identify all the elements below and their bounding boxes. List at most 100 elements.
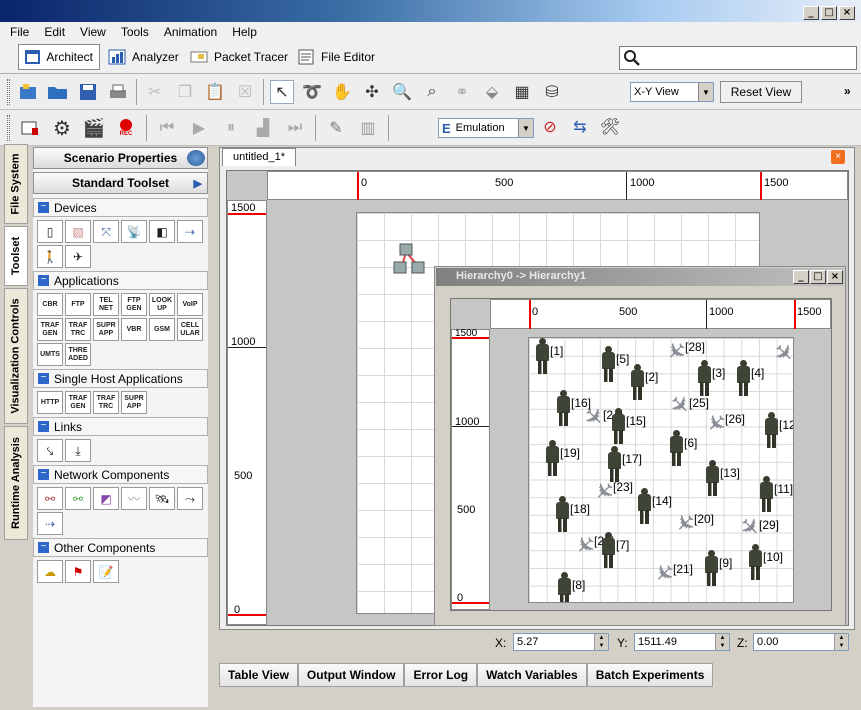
soldier-node-icon[interactable]: [736, 360, 750, 396]
app-cbr[interactable]: CBR: [37, 293, 63, 316]
y-coordinate-field[interactable]: 1511.49 ▲ ▼: [634, 633, 730, 651]
run-scenario-icon[interactable]: [18, 116, 42, 140]
menu-file[interactable]: File: [0, 22, 34, 42]
app-umts[interactable]: UMTS: [37, 343, 63, 366]
rotate-view-icon[interactable]: ✣: [360, 80, 384, 104]
maximize-button[interactable]: □: [821, 6, 837, 20]
skip-forward-icon[interactable]: ⏭: [283, 116, 307, 140]
standard-toolset-header[interactable]: Standard Toolset ▶: [33, 172, 208, 194]
aircraft-node-icon[interactable]: ✈: [767, 338, 793, 370]
section-other-components[interactable]: − Other Components: [33, 538, 208, 557]
tab-architect[interactable]: Architect: [18, 44, 100, 70]
tab-batch-experiments[interactable]: Batch Experiments: [586, 663, 714, 687]
search-input[interactable]: [645, 48, 856, 68]
soldier-node-icon[interactable]: [697, 360, 711, 396]
zoom-area-icon[interactable]: ⌕: [420, 80, 444, 104]
tools-wrench-icon[interactable]: 🛠: [598, 115, 622, 139]
transfer-icon[interactable]: ⇆: [568, 115, 592, 139]
soldier-node-icon[interactable]: [764, 412, 778, 448]
app-traf-trc[interactable]: TRAF TRC: [65, 318, 91, 341]
stats-chart-icon[interactable]: ▥: [356, 116, 380, 140]
copy-icon[interactable]: ❐: [173, 80, 197, 104]
menu-tools[interactable]: Tools: [111, 22, 154, 42]
app-ftp-gen[interactable]: FTP GEN: [121, 293, 147, 316]
net-subnet-icon[interactable]: ⚯: [65, 487, 91, 510]
app-ftp[interactable]: FTP: [65, 293, 91, 316]
soldier-node-icon[interactable]: [748, 544, 762, 580]
tab-output-window[interactable]: Output Window: [297, 663, 405, 687]
device-camera-icon[interactable]: ◧: [149, 220, 175, 243]
cut-icon[interactable]: ✂: [143, 80, 167, 104]
device-aircraft-icon[interactable]: ✈: [65, 245, 91, 268]
minimize-button[interactable]: _: [803, 6, 819, 20]
device-antenna-icon[interactable]: 📡: [121, 220, 147, 243]
menu-help[interactable]: Help: [222, 22, 262, 42]
tab-table-view[interactable]: Table View: [219, 663, 298, 687]
skip-back-icon[interactable]: ⏮: [155, 116, 179, 140]
soldier-node-icon[interactable]: [545, 440, 559, 476]
subwindow-minimize-button[interactable]: _: [793, 270, 809, 284]
delete-icon[interactable]: ☒: [233, 80, 257, 104]
net-atm-icon[interactable]: ◩: [93, 487, 119, 510]
other-note-icon[interactable]: 📝: [93, 560, 119, 583]
app-lookup[interactable]: LOOK UP: [149, 293, 175, 316]
tab-untitled[interactable]: untitled_1*: [222, 148, 296, 166]
tab-file-editor[interactable]: File Editor: [291, 44, 381, 70]
hierarchy-grid[interactable]: [1][5][2]✈[28][3][4]✈[27][16]✈[24][15]✈[…: [528, 337, 794, 603]
section-single-host[interactable]: − Single Host Applications: [33, 369, 208, 388]
scenario-properties-header[interactable]: Scenario Properties: [33, 147, 208, 169]
device-box-icon[interactable]: ▧: [65, 220, 91, 243]
net-hierarchy-icon[interactable]: ⚯: [37, 487, 63, 510]
soldier-node-icon[interactable]: [705, 460, 719, 496]
toolbar-overflow-icon[interactable]: »: [844, 84, 851, 98]
sh-traf-gen[interactable]: TRAF GEN: [65, 391, 91, 414]
toolbar-grip[interactable]: [7, 79, 10, 105]
menu-animation[interactable]: Animation: [154, 22, 222, 42]
save-icon[interactable]: [76, 80, 100, 104]
paste-icon[interactable]: 📋: [203, 80, 227, 104]
tab-runtime-analysis[interactable]: Runtime Analysis: [4, 426, 28, 540]
record-clapper-icon[interactable]: 🎬: [82, 116, 106, 140]
soldier-node-icon[interactable]: [555, 496, 569, 532]
search-box[interactable]: [619, 46, 857, 70]
z-coordinate-field[interactable]: 0.00 ▲ ▼: [753, 633, 849, 651]
emulation-mode-select[interactable]: E Emulation ▼: [438, 118, 534, 138]
net-link-icon[interactable]: ⇢: [37, 512, 63, 535]
x-coordinate-field[interactable]: 5.27 ▲ ▼: [513, 633, 609, 651]
app-traf-gen[interactable]: TRAF GEN: [37, 318, 63, 341]
app-vbr[interactable]: VBR: [121, 318, 147, 341]
tab-visualization-controls[interactable]: Visualization Controls: [4, 288, 28, 424]
soldier-node-icon[interactable]: [556, 390, 570, 426]
soldier-node-icon[interactable]: [601, 346, 615, 382]
soldier-node-icon[interactable]: [611, 408, 625, 444]
menu-edit[interactable]: Edit: [34, 22, 70, 42]
settings-gear-icon[interactable]: ⚙: [50, 116, 74, 140]
lasso-icon[interactable]: ➰: [300, 80, 324, 104]
other-flag-icon[interactable]: ⚑: [65, 560, 91, 583]
record-button[interactable]: REC: [114, 116, 138, 140]
soldier-node-icon[interactable]: [630, 364, 644, 400]
net-satellite-icon[interactable]: 🛰: [149, 487, 175, 510]
app-threaded[interactable]: THRE ADED: [65, 343, 91, 366]
link-tool-icon[interactable]: ⚭: [450, 80, 474, 104]
device-phone-icon[interactable]: ▯: [37, 220, 63, 243]
edit-properties-icon[interactable]: ✎: [324, 116, 348, 140]
menu-view[interactable]: View: [70, 22, 111, 42]
app-supr-app[interactable]: SUPR APP: [93, 318, 119, 341]
close-button[interactable]: ×: [839, 6, 855, 20]
soldier-node-icon[interactable]: [601, 532, 615, 568]
select-pointer-icon[interactable]: ↖: [270, 80, 294, 104]
play-icon[interactable]: ▶: [187, 116, 211, 140]
sh-http[interactable]: HTTP: [37, 391, 63, 414]
subwindow-close-button[interactable]: ×: [827, 270, 843, 284]
subwindow-maximize-button[interactable]: □: [810, 270, 826, 284]
toolbar-grip[interactable]: [7, 115, 10, 141]
device-switch-icon[interactable]: ⤧: [93, 220, 119, 243]
soldier-node-icon[interactable]: [704, 550, 718, 586]
tab-packet-tracer[interactable]: Packet Tracer: [184, 44, 294, 70]
subwindow-title[interactable]: Hierarchy0 -> Hierarchy1: [436, 268, 844, 286]
spinner-icon[interactable]: ▲ ▼: [715, 634, 729, 650]
pause-icon[interactable]: ⏸: [219, 116, 243, 140]
section-network-components[interactable]: − Network Components: [33, 465, 208, 484]
soldier-node-icon[interactable]: [637, 488, 651, 524]
